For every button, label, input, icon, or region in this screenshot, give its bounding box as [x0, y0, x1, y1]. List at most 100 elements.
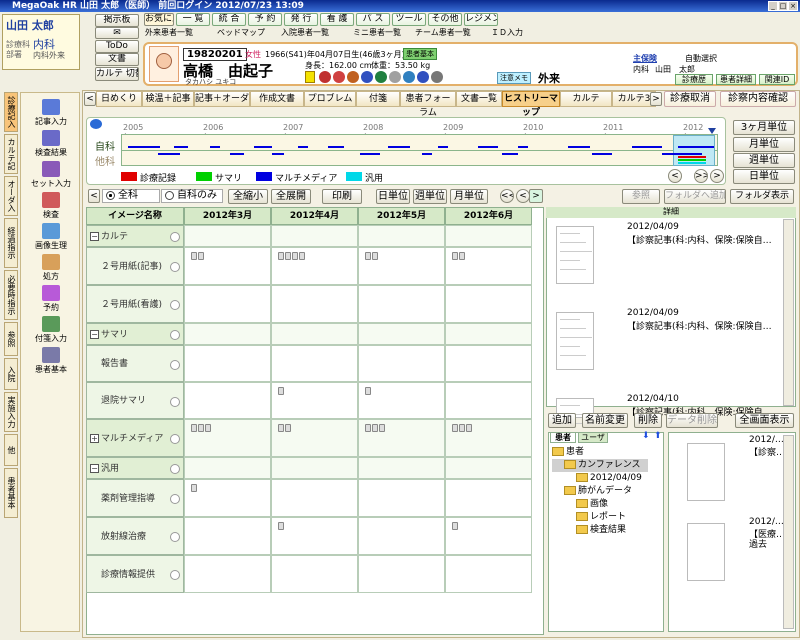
grid-row-label[interactable]: 診療情報提供	[86, 555, 184, 593]
row-link-icon[interactable]	[170, 532, 180, 542]
reference-button[interactable]: 参照	[622, 189, 660, 204]
row-link-icon[interactable]	[170, 359, 180, 370]
left-tab[interactable]: 他	[4, 434, 18, 466]
menu-tab[interactable]: ツール	[392, 13, 426, 26]
history-button[interactable]: 診療歴	[675, 74, 713, 85]
tab-user[interactable]: ユーザ	[578, 432, 608, 443]
expand-toggle-icon[interactable]: −	[90, 329, 99, 339]
tab-patient[interactable]: 患者	[550, 432, 576, 443]
document-icon[interactable]	[372, 252, 378, 260]
grid-cell[interactable]	[184, 323, 271, 345]
document-icon[interactable]	[365, 252, 371, 260]
grid-cell[interactable]	[271, 285, 358, 323]
menu-tab[interactable]: 発 行	[284, 13, 318, 26]
grid-row-label[interactable]: 放射線治療	[86, 517, 184, 555]
row-link-icon[interactable]	[170, 300, 180, 310]
document-thumbnail[interactable]	[687, 523, 725, 581]
tab-scroll-left[interactable]: <	[84, 92, 96, 106]
grid-cell[interactable]	[358, 247, 445, 285]
tab-document[interactable]: 記事＋オーダ	[194, 91, 250, 107]
tool-item[interactable]: 検査結果	[23, 130, 79, 158]
tab-document[interactable]: 付箋	[356, 91, 400, 107]
tool-item[interactable]: 記事入力	[23, 99, 79, 127]
row-link-icon[interactable]	[170, 434, 180, 444]
fullscreen-button[interactable]: 全画面表示	[735, 413, 794, 428]
grid-cell[interactable]	[271, 382, 358, 419]
grid-cell[interactable]	[445, 285, 532, 323]
tool-item[interactable]: 画像生理	[23, 223, 79, 251]
left-tab[interactable]: 患者基本	[4, 468, 18, 518]
all-dept-radio[interactable]: 全科	[102, 189, 160, 203]
row-link-icon[interactable]	[170, 396, 180, 407]
left-tab[interactable]: 参照	[4, 322, 18, 356]
grid-cell[interactable]	[271, 479, 358, 517]
left-tab[interactable]: 経過指示	[4, 218, 18, 268]
grid-cell[interactable]	[445, 517, 532, 555]
day-unit-button[interactable]: 日単位	[376, 189, 410, 204]
confirm-visit-button[interactable]: 診察内容確認	[720, 91, 796, 107]
grid-cell[interactable]	[358, 382, 445, 419]
left-tab[interactable]: 実施入力	[4, 392, 18, 432]
menu-tab[interactable]: その他	[428, 13, 462, 26]
grid-cell[interactable]	[445, 479, 532, 517]
document-icon[interactable]	[466, 424, 472, 432]
tab-scroll-right[interactable]: >	[650, 92, 662, 106]
grid-row-label[interactable]: − サマリ	[86, 323, 184, 345]
tab-document[interactable]: 作成文書	[250, 91, 304, 107]
menu-tab[interactable]: お気に入	[144, 13, 174, 26]
tool-item[interactable]: 患者基本	[23, 347, 79, 375]
folder-delete-button[interactable]: 削除	[634, 413, 662, 428]
grid-row-label[interactable]: + マルチメディア	[86, 419, 184, 457]
row-link-icon[interactable]	[170, 262, 180, 272]
tab-document[interactable]: 患者フォーラム	[400, 91, 456, 118]
grid-cell[interactable]	[358, 323, 445, 345]
timeline-end-button[interactable]: >	[710, 169, 724, 183]
grid-cell[interactable]	[358, 225, 445, 247]
tab-document[interactable]: 日めくり	[96, 91, 142, 107]
row-link-icon[interactable]	[170, 494, 180, 504]
document-icon[interactable]	[292, 252, 298, 260]
timeline-track[interactable]	[121, 134, 718, 166]
grid-cell[interactable]	[184, 479, 271, 517]
tool-item[interactable]: 予約	[23, 285, 79, 313]
grid-cell[interactable]	[358, 345, 445, 382]
content-scrollbar[interactable]	[783, 435, 794, 629]
left-tab[interactable]: 必要時指示	[4, 270, 18, 320]
quick-link-mini[interactable]: ミニ患者一覧	[353, 27, 401, 38]
grid-row-label[interactable]: ２号用紙(記事)	[86, 247, 184, 285]
folder-rename-button[interactable]: 名前変更	[582, 413, 628, 428]
tree-conference[interactable]: カンファレンス	[552, 459, 648, 472]
document-icon[interactable]	[372, 424, 378, 432]
document-icon[interactable]	[365, 387, 371, 395]
document-icon[interactable]	[198, 424, 204, 432]
tool-item[interactable]: 検査	[23, 192, 79, 220]
grid-cell[interactable]	[445, 225, 532, 247]
show-folder-button[interactable]: フォルダ表示	[730, 189, 794, 204]
document-icon[interactable]	[191, 484, 197, 492]
self-dept-radio[interactable]: 自科のみ	[161, 189, 223, 203]
grid-cell[interactable]	[358, 285, 445, 323]
folder-add-button[interactable]: 追加	[548, 413, 576, 428]
grid-cell[interactable]	[184, 555, 271, 593]
document-icon[interactable]	[278, 387, 284, 395]
document-icon[interactable]	[452, 424, 458, 432]
document-icon[interactable]	[452, 522, 458, 530]
timeline-prev-button[interactable]: <	[668, 169, 682, 183]
memo-button[interactable]: 注意メモ	[497, 72, 531, 84]
tab-document[interactable]: 検温＋記事	[142, 91, 194, 107]
grid-cell[interactable]	[445, 419, 532, 457]
document-icon[interactable]	[278, 424, 284, 432]
left-tab[interactable]: カルテ記事	[4, 134, 18, 174]
filter-scroll-left[interactable]: <	[88, 189, 100, 203]
left-tab[interactable]: オーダ入力	[4, 176, 18, 216]
collapse-all-button[interactable]: 全縮小	[228, 189, 268, 204]
tree-images[interactable]: 画像	[552, 498, 662, 511]
sort-down-icon[interactable]: ⬇	[642, 431, 650, 441]
unit-week-button[interactable]: 週単位	[733, 153, 795, 168]
quick-link-id[interactable]: ＩＤ入力	[491, 27, 523, 38]
grid-first-button[interactable]: <<	[500, 189, 514, 203]
menu-tab[interactable]: パ ス	[356, 13, 390, 26]
tool-item[interactable]: 処方	[23, 254, 79, 282]
document-icon[interactable]	[191, 252, 197, 260]
board-button[interactable]: 掲示板	[95, 14, 139, 27]
